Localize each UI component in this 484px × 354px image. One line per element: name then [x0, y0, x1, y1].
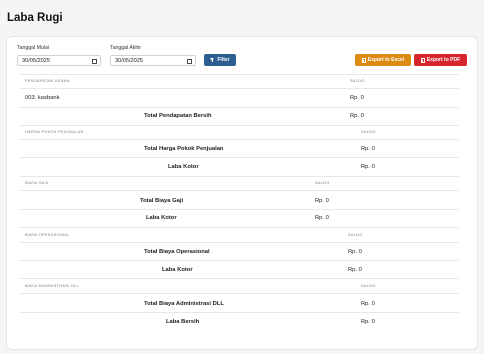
calendar-icon[interactable]: [92, 58, 97, 64]
account-name: 003. kasbank: [25, 95, 60, 101]
divider: [19, 74, 459, 75]
divider: [19, 125, 459, 126]
file-excel-icon: [361, 57, 366, 63]
export-excel-label: Export to Excel: [367, 57, 405, 63]
total-hpp-value: Rp. 0: [361, 146, 375, 152]
end-date-label: Tanggal Akhir: [110, 45, 142, 51]
laba-kotor-label: Laba Kotor: [146, 215, 177, 221]
saldo-header: SALDO: [315, 181, 330, 185]
start-date-label: Tanggal Mulai: [17, 45, 50, 51]
export-pdf-button[interactable]: Export to PDF: [414, 54, 467, 66]
section-header-pendapatan: PENDAPATAN USAHA: [25, 79, 70, 83]
start-date-input[interactable]: 30/05/2025: [17, 55, 101, 66]
section-header-administrasi: BIAYA ADMINISTRASI DLL: [25, 284, 79, 288]
divider: [19, 88, 459, 89]
divider: [19, 107, 459, 108]
saldo-header: SALDO: [361, 284, 376, 288]
laba-kotor-value: Rp. 0: [361, 164, 375, 170]
laba-bersih-label: Laba Bersih: [166, 319, 200, 325]
laba-kotor-value: Rp. 0: [315, 215, 329, 221]
section-header-hpp: HARGA POKOK PENJUALAN: [25, 130, 84, 134]
saldo-header: SALDO: [348, 233, 363, 237]
page-title: Laba Rugi: [7, 12, 63, 24]
divider: [19, 209, 459, 210]
divider: [19, 242, 459, 243]
laba-bersih-value: Rp. 0: [361, 319, 375, 325]
saldo-header: SALDO: [361, 130, 376, 134]
divider: [19, 139, 459, 140]
laba-kotor-label: Laba Kotor: [162, 267, 193, 273]
total-administrasi-value: Rp. 0: [361, 301, 375, 307]
divider: [19, 312, 459, 313]
export-excel-button[interactable]: Export to Excel: [355, 54, 411, 66]
divider: [19, 293, 459, 294]
export-pdf-label: Export to PDF: [426, 57, 461, 63]
calendar-icon[interactable]: [187, 58, 192, 64]
total-operasional-value: Rp. 0: [348, 249, 362, 255]
laba-kotor-value: Rp. 0: [348, 267, 362, 273]
total-hpp-label: Total Harga Pokok Penjualan: [144, 146, 224, 152]
divider: [19, 190, 459, 191]
total-pendapatan-label: Total Pendapatan Bersih: [144, 113, 212, 119]
divider: [19, 157, 459, 158]
report-card: [6, 36, 478, 350]
filter-button-label: Filter: [217, 57, 230, 63]
total-pendapatan-value: Rp. 0: [350, 113, 364, 119]
divider: [19, 227, 459, 228]
total-operasional-label: Total Biaya Operasional: [144, 249, 210, 255]
divider: [19, 278, 459, 279]
filter-button[interactable]: Filter: [204, 54, 236, 66]
saldo-header: SALDO: [350, 79, 365, 83]
section-header-gaji: BIAYA GAJI: [25, 181, 49, 185]
divider: [19, 260, 459, 261]
section-header-operasional: BIAYA OPERASIONAL: [25, 233, 70, 237]
file-pdf-icon: [420, 57, 425, 63]
laba-kotor-label: Laba Kotor: [168, 164, 199, 170]
end-date-value: 30/05/2025: [115, 58, 143, 64]
total-gaji-value: Rp. 0: [315, 198, 329, 204]
start-date-value: 30/05/2025: [22, 58, 50, 64]
end-date-input[interactable]: 30/05/2025: [110, 55, 196, 66]
total-gaji-label: Total Biaya Gaji: [140, 198, 184, 204]
divider: [19, 176, 459, 177]
total-administrasi-label: Total Biaya Administrasi DLL: [144, 301, 224, 307]
filter-icon: [210, 57, 215, 63]
account-value: Rp. 0: [350, 95, 364, 101]
